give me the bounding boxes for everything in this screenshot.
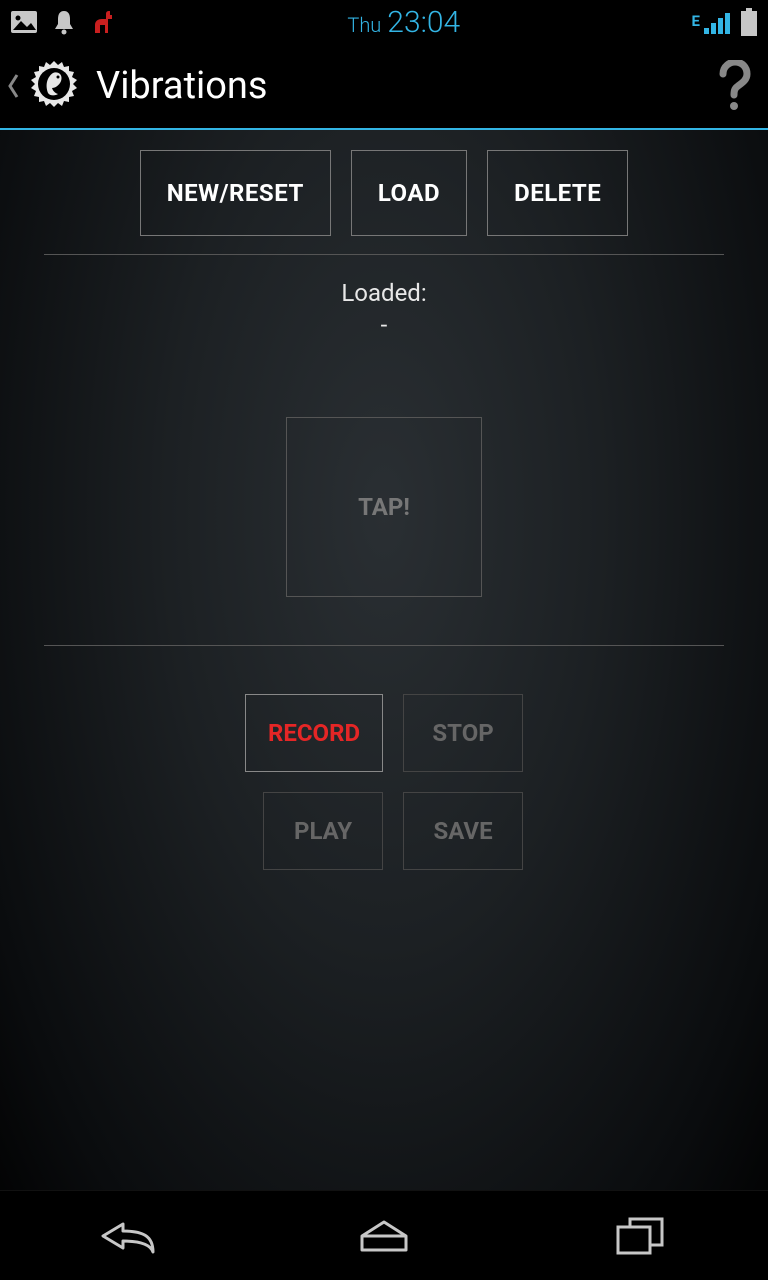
action-bar: Vibrations (0, 44, 768, 130)
divider (44, 254, 724, 255)
content-area: NEW/RESET LOAD DELETE Loaded: - TAP! REC… (0, 130, 768, 1190)
tap-button[interactable]: TAP! (286, 417, 482, 597)
record-button[interactable]: RECORD (245, 694, 383, 772)
play-button[interactable]: PLAY (263, 792, 383, 870)
nav-recent-button[interactable] (580, 1206, 700, 1266)
loaded-label: Loaded: (341, 279, 426, 307)
delete-button[interactable]: DELETE (487, 150, 628, 236)
back-chevron-icon[interactable] (4, 72, 22, 100)
network-type-label: E (692, 12, 700, 30)
control-grid: RECORD STOP PLAY SAVE (245, 694, 523, 870)
help-icon[interactable] (712, 56, 756, 116)
nav-home-button[interactable] (324, 1206, 444, 1266)
stop-button[interactable]: STOP (403, 694, 523, 772)
app-icon[interactable] (24, 56, 84, 116)
battery-icon (740, 8, 758, 36)
bell-icon (52, 9, 76, 35)
load-button[interactable]: LOAD (351, 150, 467, 236)
llama-icon (90, 9, 116, 35)
status-right: E (692, 8, 758, 36)
status-left (10, 9, 116, 35)
navigation-bar (0, 1190, 768, 1280)
picture-icon (10, 10, 38, 34)
page-title: Vibrations (96, 64, 712, 108)
status-day: Thu (347, 13, 381, 37)
new-reset-button[interactable]: NEW/RESET (140, 150, 331, 236)
save-button[interactable]: SAVE (403, 792, 523, 870)
divider (44, 645, 724, 646)
status-clock: Thu 23:04 (347, 5, 460, 40)
signal-icon (704, 10, 732, 34)
nav-back-button[interactable] (68, 1206, 188, 1266)
loaded-value: - (381, 311, 388, 339)
status-time: 23:04 (387, 5, 460, 40)
top-button-row: NEW/RESET LOAD DELETE (44, 150, 724, 236)
status-bar: Thu 23:04 E (0, 0, 768, 44)
